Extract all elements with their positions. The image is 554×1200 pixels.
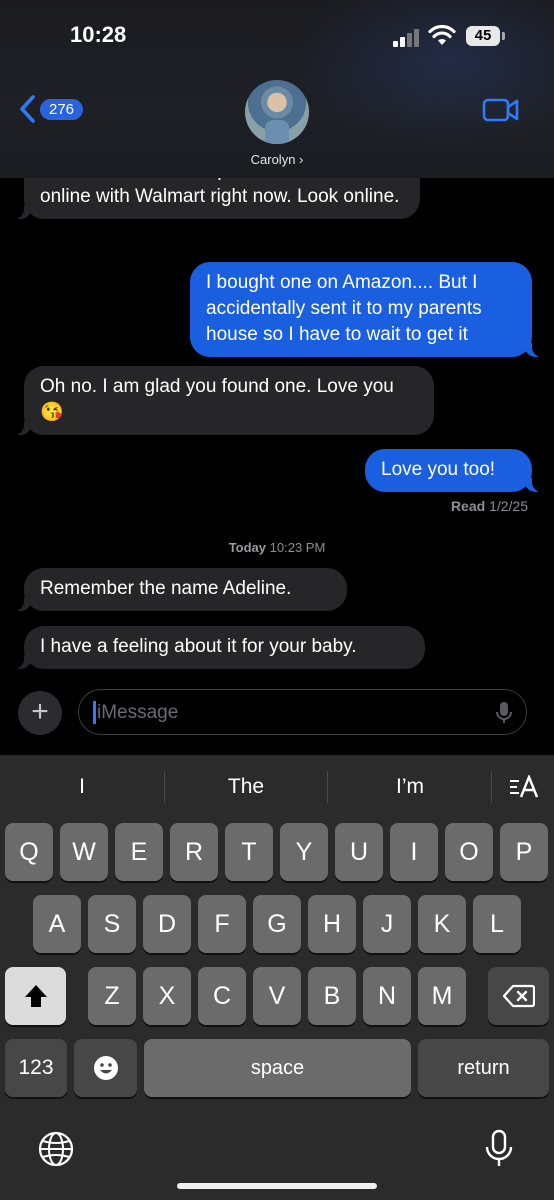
key-v[interactable]: V [253,967,301,1025]
back-chevron-icon [20,95,35,123]
key-s[interactable]: S [88,895,136,953]
suggestion-2[interactable]: The [194,775,298,799]
key-t[interactable]: T [225,823,273,881]
timestamp-day: Today [228,540,267,555]
key-d[interactable]: D [143,895,191,953]
key-b[interactable]: B [308,967,356,1025]
emoji-icon [93,1056,118,1080]
suggestion-divider [164,771,165,803]
key-r[interactable]: R [170,823,218,881]
shift-icon [24,985,47,1007]
message-input-placeholder: iMessage [97,702,179,723]
key-x[interactable]: X [143,967,191,1025]
timestamp-time: 10:23 PM [269,540,326,555]
battery-cap [502,32,505,40]
key-n[interactable]: N [363,967,411,1025]
suggestion-divider [327,771,328,803]
numbers-key[interactable]: 123 [5,1039,67,1097]
key-y[interactable]: Y [280,823,328,881]
contact-name[interactable]: Carolyn › [0,152,554,167]
read-receipt: Read 1/2/25 [451,498,528,514]
key-a[interactable]: A [33,895,81,953]
predictive-suggestions: I The I’m [0,755,554,821]
key-i[interactable]: I [390,823,438,881]
message-bubble-received[interactable]: I have a feeling about it for your baby. [14,626,425,669]
contact-avatar[interactable] [245,80,309,144]
message-bubble-sent[interactable]: I bought one on Amazon.... But I acciden… [190,262,542,357]
key-g[interactable]: G [253,895,301,953]
message-thread[interactable]: There are numerous planners on sale onli… [0,150,554,690]
home-indicator[interactable] [177,1183,377,1189]
text-format-icon[interactable] [509,775,539,799]
suggestion-1[interactable]: I [30,775,134,799]
suggestion-divider [491,771,492,803]
read-label: Read [450,498,486,514]
apps-plus-button[interactable]: + [18,691,62,735]
key-h[interactable]: H [308,895,356,953]
key-p[interactable]: P [500,823,548,881]
return-key[interactable]: return [418,1039,549,1097]
key-u[interactable]: U [335,823,383,881]
key-c[interactable]: C [198,967,246,1025]
video-camera-icon[interactable] [482,97,520,123]
message-input[interactable]: iMessage [78,689,527,735]
delete-icon [502,984,535,1008]
key-e[interactable]: E [115,823,163,881]
key-l[interactable]: L [473,895,521,953]
key-j[interactable]: J [363,895,411,953]
mic-icon[interactable] [496,701,512,725]
key-z[interactable]: Z [88,967,136,1025]
shift-key[interactable] [5,967,66,1025]
text-cursor [93,701,96,724]
conversation-timestamp: Today 10:23 PM [0,540,554,555]
message-bubble-sent[interactable]: Love you too! [365,449,542,492]
key-q[interactable]: Q [5,823,53,881]
message-bubble-received[interactable]: Oh no. I am glad you found one. Love you… [14,366,434,435]
space-key[interactable]: space [144,1039,411,1097]
emoji-key[interactable] [74,1039,137,1097]
suggestion-3[interactable]: I’m [358,775,462,799]
read-date: 1/2/25 [489,498,528,514]
battery-indicator: 45 [466,26,500,46]
key-f[interactable]: F [198,895,246,953]
key-m[interactable]: M [418,967,466,1025]
message-bubble-received[interactable]: Remember the name Adeline. [14,568,347,611]
wifi-icon [428,25,456,45]
keyboard: I The I’m Q W E R T Y U I O P A S D F G … [0,755,554,1200]
globe-icon[interactable] [38,1131,74,1167]
plus-icon: + [31,695,49,728]
back-button[interactable]: 276 [18,94,84,124]
key-k[interactable]: K [418,895,466,953]
key-w[interactable]: W [60,823,108,881]
dictation-mic-icon[interactable] [484,1129,514,1169]
key-o[interactable]: O [445,823,493,881]
status-time: 10:28 [70,22,127,47]
delete-key[interactable] [488,967,549,1025]
unread-count-badge: 276 [40,98,84,120]
conversation-header: 10:28 45 276 Carolyn › [0,0,554,178]
cellular-signal-icon [393,29,421,47]
